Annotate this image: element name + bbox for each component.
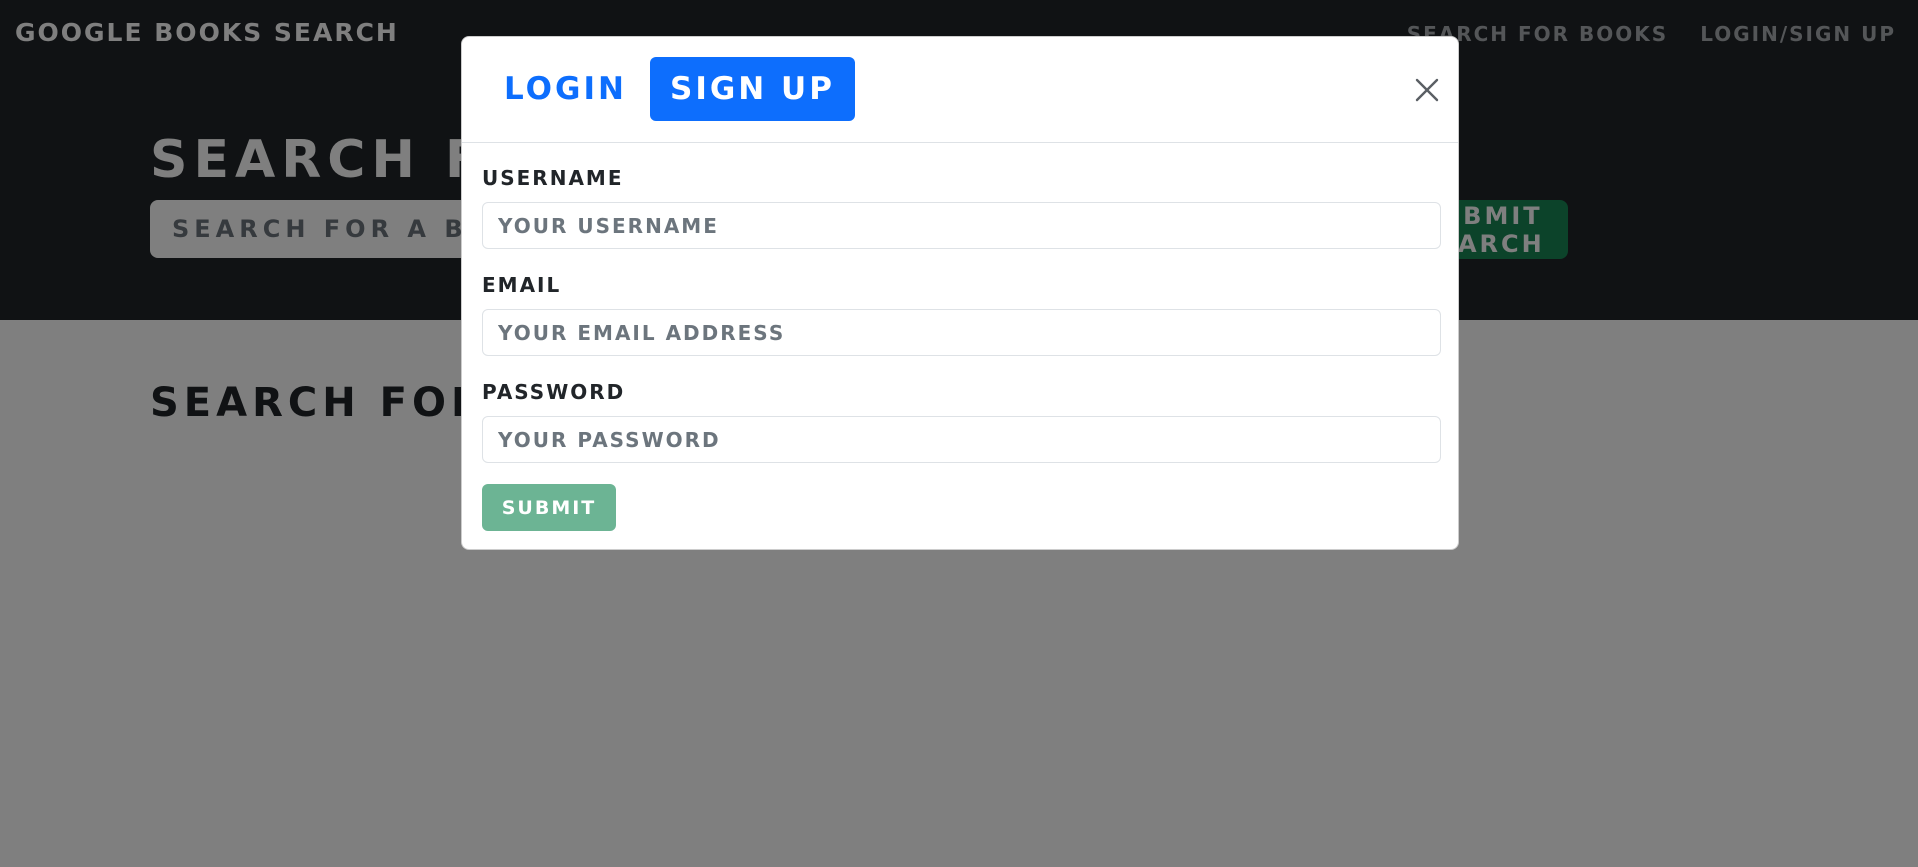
email-label: EMAIL xyxy=(482,273,562,297)
tab-login[interactable]: LOGIN xyxy=(484,57,647,121)
tab-signup[interactable]: SIGN UP xyxy=(650,57,855,121)
email-field[interactable] xyxy=(482,309,1441,356)
password-field[interactable] xyxy=(482,416,1441,463)
username-label: USERNAME xyxy=(482,166,624,190)
submit-button[interactable]: SUBMIT xyxy=(482,484,616,531)
close-icon[interactable] xyxy=(1414,77,1440,103)
modal-header: LOGIN SIGN UP xyxy=(462,37,1458,143)
signup-modal: LOGIN SIGN UP USERNAME EMAIL PASSWORD SU… xyxy=(461,36,1459,550)
submit-button-label: SUBMIT xyxy=(501,496,597,519)
username-field[interactable] xyxy=(482,202,1441,249)
password-label: PASSWORD xyxy=(482,380,626,404)
